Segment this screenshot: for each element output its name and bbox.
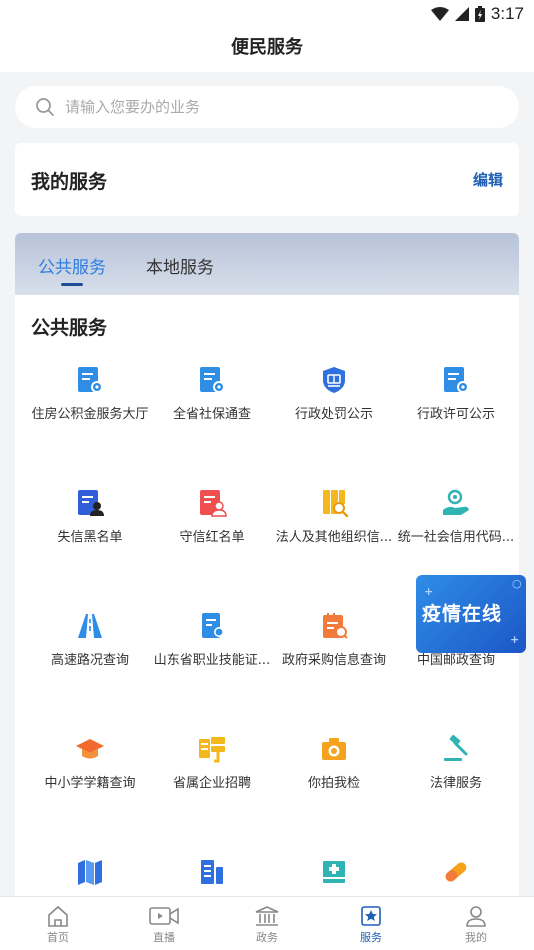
service-label: 中小学学籍查询: [44, 776, 136, 791]
service-student-status[interactable]: 中小学学籍查询: [29, 734, 151, 824]
epidemic-online-banner[interactable]: + + ○ 疫情在线: [416, 575, 526, 653]
nav-label: 首页: [47, 931, 69, 944]
service-legal-entity[interactable]: 法人及其他组织信...: [273, 488, 395, 578]
home-icon: [48, 905, 68, 927]
service-gov-procurement[interactable]: 政府采购信息查询: [273, 611, 395, 701]
service-admin-license[interactable]: 行政许可公示: [395, 365, 517, 455]
title-bar: 便民服务: [0, 28, 534, 72]
tab-public-services[interactable]: 公共服务: [38, 253, 106, 278]
status-time: 3:17: [490, 4, 524, 23]
search-icon: [36, 98, 54, 116]
nav-government[interactable]: 政务: [227, 905, 307, 945]
edit-button[interactable]: 编辑: [473, 169, 503, 190]
service-redlist[interactable]: 守信红名单: [151, 488, 273, 578]
service-legal[interactable]: 法律服务: [395, 734, 517, 824]
skill-certificate-icon: [202, 613, 224, 638]
video-icon: [149, 907, 179, 925]
status-icons: 3:17: [430, 4, 524, 24]
service-photo-inspect[interactable]: 你拍我检: [273, 734, 395, 824]
credit-hand-icon: [443, 489, 469, 515]
bottom-nav: 首页 直播 政务 服务 我的: [0, 896, 534, 950]
nav-service[interactable]: 服务: [331, 905, 411, 945]
nav-label: 我的: [465, 931, 487, 944]
my-services-card: 我的服务 编辑: [15, 143, 519, 216]
active-tab-indicator: [61, 283, 83, 286]
service-label: 你拍我检: [307, 776, 360, 791]
status-bar: 3:17: [0, 0, 534, 28]
service-label: 省属企业招聘: [172, 776, 251, 791]
nav-label: 服务: [360, 931, 382, 944]
map-icon: [78, 860, 102, 885]
my-services-title: 我的服务: [31, 171, 108, 193]
service-label: 失信黑名单: [57, 530, 123, 545]
service-label: 全省社保通查: [172, 407, 251, 422]
certificate-icon: [78, 367, 103, 393]
nav-home[interactable]: 首页: [18, 905, 98, 945]
service-label: 高速路况查询: [50, 653, 129, 668]
hospital-icon: [323, 861, 345, 883]
service-admin-penalty[interactable]: 行政处罚公示: [273, 365, 395, 455]
gavel-icon: [444, 734, 468, 761]
search-bar[interactable]: [15, 86, 519, 128]
service-label: 山东省职业技能证...: [153, 653, 271, 668]
service-label: 政府采购信息查询: [281, 653, 386, 668]
government-icon: [255, 906, 279, 926]
plus-decoration-icon: +: [424, 585, 434, 598]
nav-mine[interactable]: 我的: [436, 905, 516, 945]
nav-live[interactable]: 直播: [124, 905, 204, 945]
blacklist-icon: [78, 490, 104, 516]
org-search-icon: [323, 490, 349, 518]
redlist-icon: [200, 490, 227, 517]
nav-label: 直播: [153, 931, 175, 944]
signal-icon: [454, 7, 469, 21]
certificate-icon: [200, 367, 225, 393]
nav-label: 政务: [256, 931, 278, 944]
graduation-cap-icon: [76, 739, 104, 759]
tab-local-services[interactable]: 本地服务: [146, 253, 214, 278]
service-label: 守信红名单: [179, 530, 245, 545]
service-label: 行政许可公示: [416, 407, 495, 422]
service-credit-code[interactable]: 统一社会信用代码...: [395, 488, 517, 578]
procurement-icon: [323, 613, 348, 639]
plus-decoration-icon: +: [510, 633, 520, 646]
service-housing-fund[interactable]: 住房公积金服务大厅: [29, 365, 151, 455]
page-title: 便民服务: [231, 37, 303, 58]
service-skill-certificate[interactable]: 山东省职业技能证...: [151, 611, 273, 701]
service-highway[interactable]: 高速路况查询: [29, 611, 151, 701]
public-services-title: 公共服务: [31, 317, 108, 339]
epidemic-banner-text: 疫情在线: [422, 603, 503, 625]
service-star-icon: [361, 906, 381, 926]
service-enterprise-recruit[interactable]: 省属企业招聘: [151, 734, 273, 824]
highway-icon: [78, 614, 102, 638]
service-tabs: 公共服务 本地服务: [15, 233, 519, 295]
building-icon: [201, 860, 223, 884]
service-social-security[interactable]: 全省社保通查: [151, 365, 273, 455]
wifi-icon: [430, 7, 449, 21]
service-label: 统一社会信用代码...: [397, 530, 515, 545]
recruit-icon: [199, 737, 225, 763]
battery-icon: [474, 6, 485, 22]
camera-icon: [322, 738, 346, 760]
user-icon: [466, 906, 486, 927]
search-input[interactable]: [65, 98, 465, 116]
service-label: 法人及其他组织信...: [275, 530, 393, 545]
service-label: 法律服务: [429, 776, 482, 791]
circle-decoration-icon: ○: [512, 577, 522, 590]
service-blacklist[interactable]: 失信黑名单: [29, 488, 151, 578]
certificate-icon: [444, 367, 469, 393]
pill-icon: [445, 862, 467, 882]
service-label: 住房公积金服务大厅: [31, 407, 149, 422]
service-label: 行政处罚公示: [294, 407, 373, 422]
penalty-shield-icon: [323, 367, 345, 393]
